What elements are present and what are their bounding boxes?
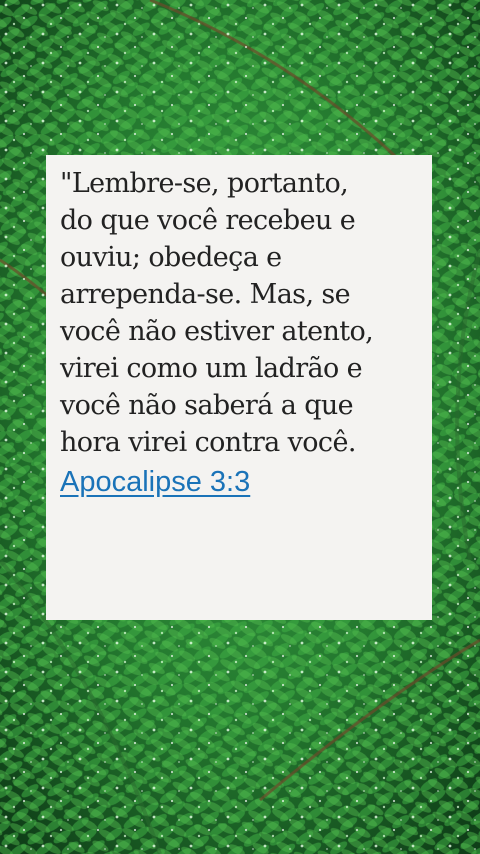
verse-card: "Lembre-se, portanto, do que você recebe… — [46, 155, 432, 620]
verse-text: "Lembre-se, portanto, do que você recebe… — [60, 168, 374, 458]
verse-reference-link[interactable]: Apocalipse 3:3 — [60, 463, 250, 501]
